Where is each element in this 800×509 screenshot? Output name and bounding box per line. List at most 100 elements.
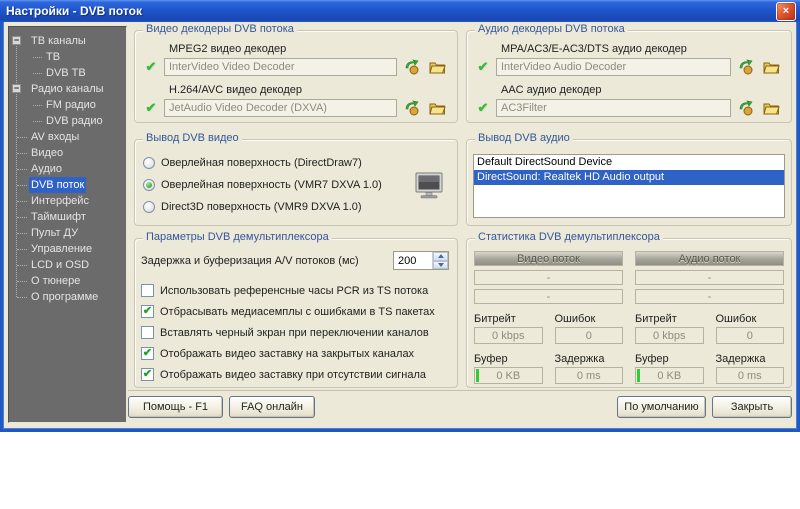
close-button-label: Закрыть xyxy=(731,401,773,413)
aac-decoder-browse-button[interactable] xyxy=(761,99,781,117)
checkbox-checked-icon[interactable]: ✔ xyxy=(141,347,154,360)
collapse-icon[interactable]: − xyxy=(12,84,21,93)
mpa-decoder-input[interactable] xyxy=(496,58,731,76)
sidebar-item-label[interactable]: DVB радио xyxy=(44,113,105,129)
sidebar-item-radio-channels[interactable]: − Радио каналы xyxy=(9,81,126,97)
buffer-label: Буфер xyxy=(474,353,543,365)
sidebar-item-video[interactable]: Видео xyxy=(9,145,126,161)
sidebar-item-timeshift[interactable]: Таймшифт xyxy=(9,209,126,225)
sidebar-item-dvb-stream[interactable]: DVB поток xyxy=(9,177,126,193)
sidebar-item-control[interactable]: Управление xyxy=(9,241,126,257)
close-icon: × xyxy=(783,5,789,17)
sidebar-item-about-tuner[interactable]: О тюнере xyxy=(9,273,126,289)
sidebar-item-label[interactable]: DVB ТВ xyxy=(44,65,88,81)
list-item-default-device[interactable]: Default DirectSound Device xyxy=(474,155,784,170)
checkbox-checked-icon[interactable]: ✔ xyxy=(141,368,154,381)
mpa-decoder-properties-button[interactable] xyxy=(736,58,756,76)
sidebar-item-dvb-radio[interactable]: DVB радио xyxy=(9,113,126,129)
h264-decoder-properties-button[interactable] xyxy=(402,99,422,117)
radio-icon[interactable] xyxy=(143,201,155,213)
mpa-decoder-label: MPA/AC3/E-AC3/DTS аудио декодер xyxy=(501,43,783,55)
sidebar-item-label[interactable]: Аудио xyxy=(29,161,64,177)
audio-device-list[interactable]: Default DirectSound Device DirectSound: … xyxy=(473,154,785,218)
sidebar-item-label[interactable]: AV входы xyxy=(29,129,81,145)
defaults-button-label: По умолчанию xyxy=(624,401,698,413)
video-stream-info-1: - xyxy=(474,270,623,285)
group-title: Аудио декодеры DVB потока xyxy=(475,23,628,35)
radio-selected-icon[interactable] xyxy=(143,179,155,191)
sidebar-item-label[interactable]: О программе xyxy=(29,289,100,305)
delay-input[interactable] xyxy=(394,252,432,269)
spinner-down-button[interactable] xyxy=(433,261,448,270)
sidebar-item-label[interactable]: ТВ каналы xyxy=(29,33,88,49)
aac-decoder-properties-button[interactable] xyxy=(736,99,756,117)
checkbox-icon[interactable] xyxy=(141,326,154,339)
close-button[interactable]: × xyxy=(776,2,796,21)
sidebar-item-interface[interactable]: Интерфейс xyxy=(9,193,126,209)
checkbox-splash-on-scrambled[interactable]: ✔ Отображать видео заставку на закрытых … xyxy=(141,343,449,364)
video-delay-value: 0 ms xyxy=(555,367,624,384)
tree-connector xyxy=(17,201,27,202)
video-bitrate-value: 0 kbps xyxy=(474,327,543,344)
sidebar-item-label[interactable]: Управление xyxy=(29,241,94,257)
status-ok-icon: ✔ xyxy=(475,59,491,75)
group-demux-params: Параметры DVB демультиплексора Задержка … xyxy=(134,238,458,388)
checkbox-pcr-clock[interactable]: Использовать референсные часы PCR из TS … xyxy=(141,280,449,301)
mpeg2-decoder-browse-button[interactable] xyxy=(427,58,447,76)
group-audio-decoders: Аудио декодеры DVB потока MPA/AC3/E-AC3/… xyxy=(466,30,792,123)
sidebar-item-label[interactable]: LCD и OSD xyxy=(29,257,91,273)
delay-spinner[interactable] xyxy=(393,251,449,270)
radio-direct3d-vmr9[interactable]: Direct3D поверхность (VMR9 DXVA 1.0) xyxy=(143,196,457,218)
sidebar-item-label[interactable]: Видео xyxy=(29,145,65,161)
sidebar-item-label[interactable]: DVB поток xyxy=(29,177,86,193)
radio-label[interactable]: Direct3D поверхность (VMR9 DXVA 1.0) xyxy=(161,201,362,213)
sidebar-item-label[interactable]: Пульт ДУ xyxy=(29,225,80,241)
audio-stream-header: Аудио поток xyxy=(635,251,784,266)
collapse-icon[interactable]: − xyxy=(12,36,21,45)
radio-label[interactable]: Оверлейная поверхность (VMR7 DXVA 1.0) xyxy=(161,179,382,191)
checkbox-checked-icon[interactable]: ✔ xyxy=(141,305,154,318)
checkbox-label[interactable]: Использовать референсные часы PCR из TS … xyxy=(160,285,428,297)
checkbox-black-screen-on-switch[interactable]: Вставлять черный экран при переключении … xyxy=(141,322,449,343)
spinner-up-button[interactable] xyxy=(433,252,448,261)
checkbox-label[interactable]: Отображать видео заставку на закрытых ка… xyxy=(160,348,414,360)
sidebar-item-tv[interactable]: ТВ xyxy=(9,49,126,65)
checkbox-label[interactable]: Вставлять черный экран при переключении … xyxy=(160,327,429,339)
sidebar-item-about-program[interactable]: О программе xyxy=(9,289,126,305)
checkbox-drop-errored-samples[interactable]: ✔ Отбрасывать медиасемплы с ошибками в T… xyxy=(141,301,449,322)
checkbox-icon[interactable] xyxy=(141,284,154,297)
radio-directdraw7[interactable]: Оверлейная поверхность (DirectDraw7) xyxy=(143,152,457,174)
sidebar-item-remote[interactable]: Пульт ДУ xyxy=(9,225,126,241)
mpa-decoder-browse-button[interactable] xyxy=(761,58,781,76)
checkbox-splash-on-no-signal[interactable]: ✔ Отображать видео заставку при отсутств… xyxy=(141,364,449,385)
sidebar-item-label[interactable]: FM радио xyxy=(44,97,98,113)
sidebar-item-fm-radio[interactable]: FM радио xyxy=(9,97,126,113)
defaults-button[interactable]: По умолчанию xyxy=(617,396,706,418)
radio-vmr7-dxva[interactable]: Оверлейная поверхность (VMR7 DXVA 1.0) xyxy=(143,174,457,196)
sidebar-item-label[interactable]: Интерфейс xyxy=(29,193,91,209)
sidebar-item-label[interactable]: ТВ xyxy=(44,49,62,65)
sidebar-item-lcd-osd[interactable]: LCD и OSD xyxy=(9,257,126,273)
checkbox-label[interactable]: Отображать видео заставку при отсутствии… xyxy=(160,369,426,381)
sidebar-item-dvb-tv[interactable]: DVB ТВ xyxy=(9,65,126,81)
mpeg2-decoder-properties-button[interactable] xyxy=(402,58,422,76)
h264-decoder-browse-button[interactable] xyxy=(427,99,447,117)
sidebar-item-tv-channels[interactable]: − ТВ каналы xyxy=(9,33,126,49)
help-button[interactable]: Помощь - F1 xyxy=(128,396,223,418)
mpeg2-decoder-input[interactable] xyxy=(164,58,397,76)
h264-decoder-input[interactable] xyxy=(164,99,397,117)
titlebar[interactable]: Настройки - DVB поток × xyxy=(0,0,800,22)
sidebar-item-label[interactable]: О тюнере xyxy=(29,273,82,289)
group-title: Вывод DVB видео xyxy=(143,132,242,144)
sidebar-item-label[interactable]: Радио каналы xyxy=(29,81,106,97)
close-dialog-button[interactable]: Закрыть xyxy=(712,396,792,418)
checkbox-label[interactable]: Отбрасывать медиасемплы с ошибками в TS … xyxy=(160,306,435,318)
sidebar-item-label[interactable]: Таймшифт xyxy=(29,209,88,225)
sidebar-item-audio[interactable]: Аудио xyxy=(9,161,126,177)
list-item-realtek-device[interactable]: DirectSound: Realtek HD Audio output xyxy=(474,170,784,185)
radio-label[interactable]: Оверлейная поверхность (DirectDraw7) xyxy=(161,157,362,169)
faq-online-button[interactable]: FAQ онлайн xyxy=(229,396,315,418)
radio-icon[interactable] xyxy=(143,157,155,169)
sidebar-item-av-inputs[interactable]: AV входы xyxy=(9,129,126,145)
aac-decoder-input[interactable] xyxy=(496,99,731,117)
